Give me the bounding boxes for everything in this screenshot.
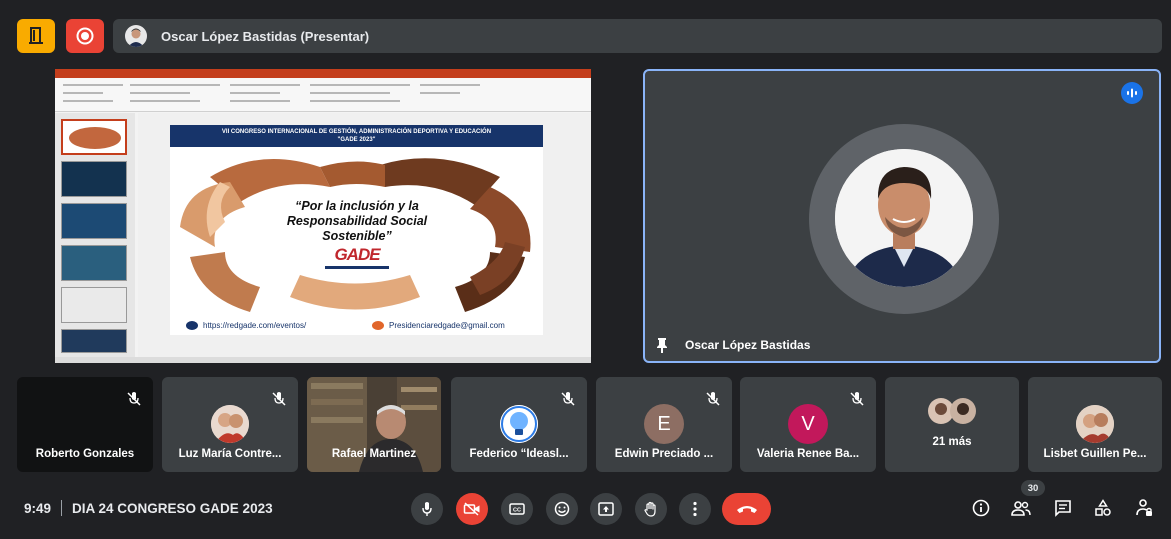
participant-tile-8[interactable]: Lisbet Guillen Pe... xyxy=(1028,377,1162,472)
info-icon xyxy=(972,499,990,517)
camera-button[interactable] xyxy=(456,493,488,525)
meet-window: Oscar López Bastidas (Presentar) VII CON… xyxy=(0,0,1171,539)
hands-circle-image: “Por la inclusión y la Responsabilidad S… xyxy=(170,147,543,317)
mic-off-icon xyxy=(850,392,864,406)
activities-button[interactable] xyxy=(1090,495,1116,521)
participant-name: Rafael Martinez xyxy=(331,448,417,460)
participant-avatar xyxy=(211,405,249,443)
slide-header-line2: "GADE 2023" xyxy=(337,137,376,143)
slide-thumbnails xyxy=(55,113,135,357)
more-options-button[interactable] xyxy=(679,493,711,525)
thumbnail-5[interactable] xyxy=(61,287,127,323)
participant-avatar xyxy=(1076,405,1114,443)
meeting-info: 9:49 DIA 24 CONGRESO GADE 2023 xyxy=(24,500,273,516)
chat-button[interactable] xyxy=(1050,495,1076,521)
more-vert-icon xyxy=(693,501,697,517)
slide-footer: https://redgade.com/eventos/ Presidencia… xyxy=(170,317,543,335)
thumbnail-6[interactable] xyxy=(61,329,127,353)
slide-header-line1: VII CONGRESO INTERNACIONAL DE GESTIÓN, A… xyxy=(221,129,492,135)
mic-off-icon xyxy=(272,392,286,406)
host-controls-button[interactable] xyxy=(1131,495,1157,521)
door-button[interactable] xyxy=(17,19,55,53)
ppt-ribbon xyxy=(55,78,591,112)
participant-name: Valeria Renee Ba... xyxy=(756,448,860,460)
presenter-avatar xyxy=(125,25,147,47)
thumbnail-2[interactable] xyxy=(61,161,127,197)
emoji-icon xyxy=(554,501,570,517)
people-button[interactable] xyxy=(1008,495,1034,521)
chat-icon xyxy=(1055,500,1071,517)
people-icon xyxy=(1011,501,1031,516)
top-bar: Oscar López Bastidas (Presentar) xyxy=(0,0,1171,66)
participant-name: Federico “Ideasl... xyxy=(469,448,569,460)
participant-initial: V xyxy=(788,404,828,444)
captions-icon: CC xyxy=(509,503,525,515)
thumbnail-1[interactable] xyxy=(61,119,127,155)
pin-icon[interactable] xyxy=(655,337,669,353)
present-button[interactable] xyxy=(590,493,622,525)
svg-text:CC: CC xyxy=(513,508,521,514)
participant-tile-5[interactable]: E Edwin Preciado ... xyxy=(596,377,732,472)
participant-count-badge: 30 xyxy=(1021,480,1045,496)
more-participants-label: 21 más xyxy=(932,436,972,448)
speaker-avatar xyxy=(835,149,973,287)
more-participants-tile[interactable]: 21 más xyxy=(885,377,1019,472)
record-icon xyxy=(76,27,94,45)
slide-header: VII CONGRESO INTERNACIONAL DE GESTIÓN, A… xyxy=(170,125,543,147)
speaking-indicator-icon xyxy=(1121,82,1143,104)
grouped-avatars xyxy=(927,397,979,425)
participant-name: Lisbet Guillen Pe... xyxy=(1043,448,1147,460)
gade-logo: GADE xyxy=(320,245,394,275)
presenter-label: Oscar López Bastidas (Presentar) xyxy=(161,28,370,44)
ppt-statusbar xyxy=(55,357,591,363)
bottom-bar: 9:49 DIA 24 CONGRESO GADE 2023 CC 30 xyxy=(0,480,1171,539)
raise-hand-icon xyxy=(644,501,656,517)
participant-tile-3[interactable]: Rafael Martinez xyxy=(307,377,441,472)
camera-off-icon xyxy=(463,502,480,516)
mail-icon xyxy=(372,321,384,330)
leave-call-button[interactable] xyxy=(722,493,771,525)
hangup-icon xyxy=(736,506,757,513)
mic-off-icon xyxy=(706,392,720,406)
participant-name: Edwin Preciado ... xyxy=(614,448,714,460)
thumbnail-4[interactable] xyxy=(61,245,127,281)
mic-off-icon xyxy=(127,392,141,406)
mic-off-icon xyxy=(561,392,575,406)
door-icon xyxy=(29,27,43,44)
presenter-banner[interactable]: Oscar López Bastidas (Presentar) xyxy=(113,19,1162,53)
participant-avatar xyxy=(500,405,538,443)
participant-tile-2[interactable]: Luz María Contre... xyxy=(162,377,298,472)
present-icon xyxy=(598,502,614,516)
activities-icon xyxy=(1095,499,1111,516)
participant-name: Roberto Gonzales xyxy=(35,448,135,460)
meeting-title: DIA 24 CONGRESO GADE 2023 xyxy=(72,500,273,516)
participant-name: Luz María Contre... xyxy=(178,448,282,460)
host-controls-icon xyxy=(1136,499,1152,516)
captions-button[interactable]: CC xyxy=(501,493,533,525)
clock-time: 9:49 xyxy=(24,500,52,516)
slide-slogan: “Por la inclusión y la Responsabilidad S… xyxy=(286,199,428,243)
participant-tile-4[interactable]: Federico “Ideasl... xyxy=(451,377,587,472)
slide-email: Presidenciaredgade@gmail.com xyxy=(372,321,505,330)
speaker-name: Oscar López Bastidas xyxy=(685,338,811,352)
gade-logo-text: GADE xyxy=(334,245,380,264)
ppt-titlebar xyxy=(55,69,591,78)
participant-initial: E xyxy=(644,404,684,444)
globe-icon xyxy=(186,321,198,330)
participant-tile-1[interactable]: Roberto Gonzales xyxy=(17,377,153,472)
emoji-button[interactable] xyxy=(546,493,578,525)
slide-website: https://redgade.com/eventos/ xyxy=(186,321,306,330)
meeting-details-button[interactable] xyxy=(968,495,994,521)
thumbnail-3[interactable] xyxy=(61,203,127,239)
current-slide: VII CONGRESO INTERNACIONAL DE GESTIÓN, A… xyxy=(170,125,543,335)
mic-button[interactable] xyxy=(411,493,443,525)
raise-hand-button[interactable] xyxy=(635,493,667,525)
participant-tile-6[interactable]: V Valeria Renee Ba... xyxy=(740,377,876,472)
active-speaker-tile[interactable]: Oscar López Bastidas xyxy=(643,69,1161,363)
mic-icon xyxy=(422,502,432,516)
recording-button[interactable] xyxy=(66,19,104,53)
divider xyxy=(61,500,63,516)
